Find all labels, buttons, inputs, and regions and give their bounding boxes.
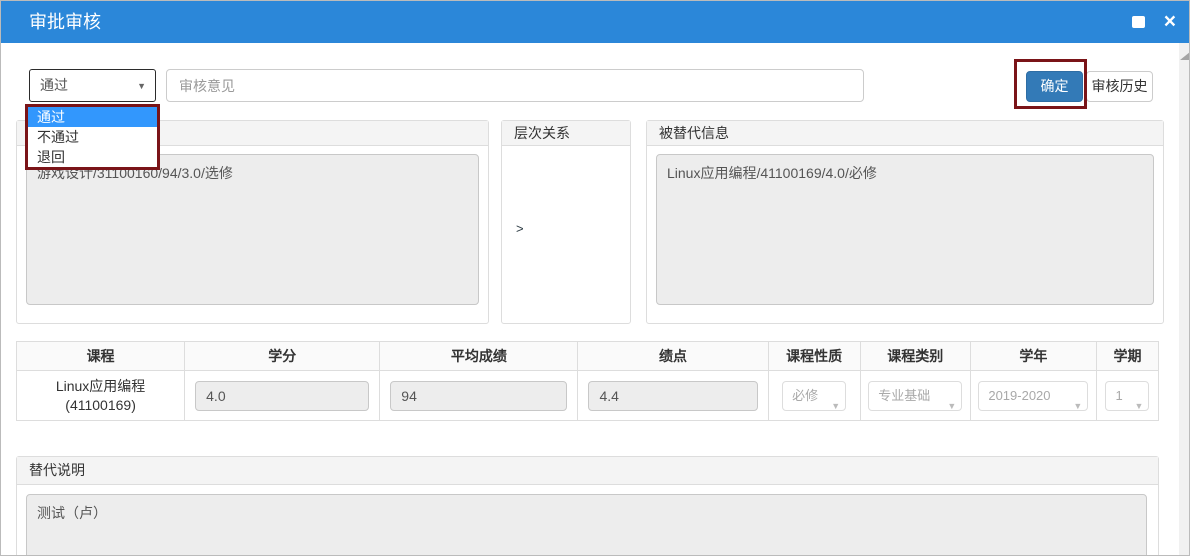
option-return[interactable]: 退回 [28,147,157,167]
header-semester: 学期 [1096,342,1158,371]
option-pass[interactable]: 通过 [28,107,157,127]
course-nature-value: 必修 [792,388,818,403]
school-year-value: 2019-2020 [988,388,1050,403]
review-history-button[interactable]: 审核历史 [1086,71,1153,102]
chevron-down-icon: ▼ [137,81,146,91]
gpa-input: 4.4 [588,381,757,411]
course-category-select: 专业基础 ▼ [868,381,962,411]
confirm-button[interactable]: 确定 [1026,71,1083,102]
review-result-select-value: 通过 [40,70,68,101]
note-panel-header: 替代说明 [17,457,1158,485]
modal-title: 审批审核 [29,1,101,43]
course-nature-select: 必修 ▼ [782,381,846,411]
substitute-info-textarea: 游戏设计/31100160/94/3.0/选修 [26,154,479,305]
course-table-row: Linux应用编程 (41100169) 4.0 94 4.4 必修 ▼ 专业基… [17,371,1159,421]
course-category-value: 专业基础 [878,388,930,403]
review-result-option-list: 通过 不通过 退回 [28,107,157,167]
credit-input: 4.0 [195,381,369,411]
relation-panel: 层次关系 > [501,120,631,324]
approval-review-modal: 审批审核 × 通过 ▼ 确定 审核历史 通过 不通过 退回 游戏设计/31100… [0,0,1190,556]
note-textarea: 测试（卢） [26,494,1147,556]
option-fail[interactable]: 不通过 [28,127,157,147]
chevron-down-icon: ▼ [947,392,956,420]
course-table-header-row: 课程 学分 平均成绩 绩点 课程性质 课程类别 学年 学期 [17,342,1159,371]
substituted-info-panel: 被替代信息 Linux应用编程/41100169/4.0/必修 [646,120,1164,324]
substituted-info-textarea: Linux应用编程/41100169/4.0/必修 [656,154,1154,305]
school-year-select: 2019-2020 ▼ [978,381,1088,411]
note-panel: 替代说明 测试（卢） [16,456,1159,556]
course-name: Linux应用编程 [17,377,184,396]
cell-gpa: 4.4 [578,371,768,421]
cell-semester: 1 ▼ [1096,371,1158,421]
semester-value: 1 [1115,388,1122,403]
header-course: 课程 [17,342,185,371]
cell-avg-score: 94 [380,371,578,421]
cell-course-category: 专业基础 ▼ [860,371,970,421]
header-avg-score: 平均成绩 [380,342,578,371]
modal-titlebar: 审批审核 × [1,1,1190,43]
review-result-select[interactable]: 通过 ▼ [29,69,156,102]
header-school-year: 学年 [970,342,1096,371]
relation-symbol: > [516,221,524,236]
chevron-down-icon: ▼ [1135,392,1144,420]
header-course-category: 课程类别 [860,342,970,371]
chevron-down-icon: ▼ [831,392,840,420]
course-table: 课程 学分 平均成绩 绩点 课程性质 课程类别 学年 学期 Linux应用编程 … [16,341,1159,421]
relation-panel-header: 层次关系 [502,121,630,146]
semester-select: 1 ▼ [1105,381,1149,411]
cell-credit: 4.0 [185,371,380,421]
vertical-scrollbar[interactable] [1179,43,1190,556]
scrollbar-grip-icon [1180,52,1190,60]
header-gpa: 绩点 [578,342,768,371]
cell-school-year: 2019-2020 ▼ [970,371,1096,421]
header-credit: 学分 [185,342,380,371]
header-course-nature: 课程性质 [768,342,860,371]
cell-course: Linux应用编程 (41100169) [17,371,185,421]
review-comment-input[interactable] [166,69,864,102]
substituted-info-panel-header: 被替代信息 [647,121,1163,146]
close-icon[interactable]: × [1164,9,1176,35]
cell-course-nature: 必修 ▼ [768,371,860,421]
chevron-down-icon: ▼ [1073,392,1082,420]
avg-score-input: 94 [390,381,567,411]
course-code: (41100169) [17,396,184,415]
maximize-icon[interactable] [1132,16,1145,28]
